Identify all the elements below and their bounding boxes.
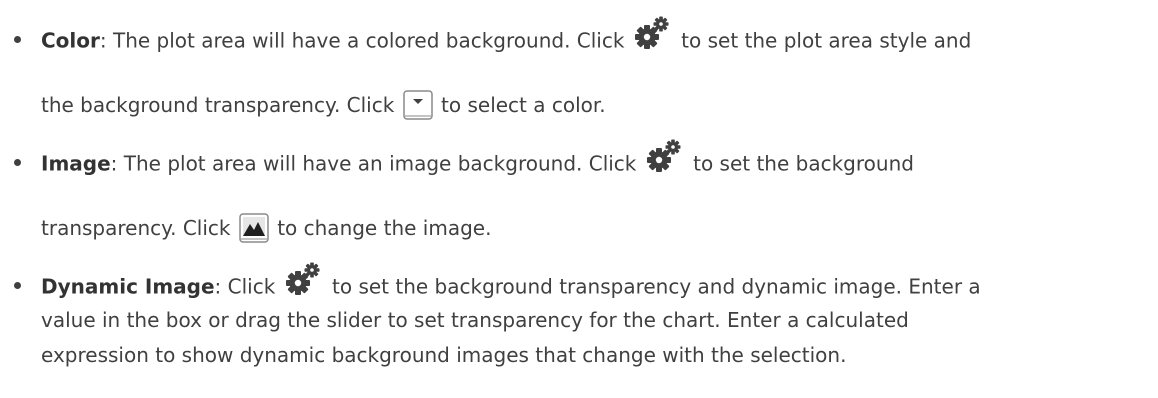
gear-icon[interactable] (284, 261, 322, 299)
bullet-point (14, 159, 21, 166)
text-segment: to set the plot area style and (674, 28, 972, 53)
text-segment: expression to show dynamic background im… (41, 343, 847, 367)
list-item-image-line-2: transparency. Click to change the image. (41, 214, 491, 242)
text-segment: : The plot area will have a colored back… (99, 28, 631, 53)
term-image: Image (41, 151, 111, 176)
list-item-dynamic-image-line-1: Dynamic Image: Click to set the backgrou… (41, 269, 981, 299)
image-icon[interactable] (239, 213, 269, 243)
bullet-list: Color: The plot area will have a colored… (0, 0, 1158, 398)
text-segment: to set the background transparency and d… (325, 274, 981, 299)
bullet-point (14, 282, 21, 289)
gear-icon[interactable] (645, 138, 683, 176)
list-item-image-line-1: Image: The plot area will have an image … (41, 146, 914, 176)
text-segment: value in the box or drag the slider to s… (41, 308, 909, 332)
bullet-point (14, 36, 21, 43)
text-segment: : The plot area will have an image backg… (110, 151, 643, 176)
text-segment: to change the image. (270, 216, 492, 240)
term-dynamic-image: Dynamic Image (41, 274, 215, 299)
dropdown-icon[interactable] (403, 90, 433, 120)
text-segment: the background transparency. Click (41, 93, 401, 117)
text-segment: to select a color. (434, 93, 606, 117)
gear-icon[interactable] (633, 15, 671, 53)
list-item-color-line-1: Color: The plot area will have a colored… (41, 23, 972, 53)
term-color: Color (41, 28, 100, 53)
list-item-color-line-2: the background transparency. Click to se… (41, 91, 606, 119)
text-segment: : Click (214, 274, 282, 299)
text-segment: transparency. Click (41, 216, 237, 240)
list-item-dynamic-image-line-3: expression to show dynamic background im… (41, 341, 846, 369)
list-item-dynamic-image-line-2: value in the box or drag the slider to s… (41, 306, 909, 334)
text-segment: to set the background (686, 151, 914, 176)
